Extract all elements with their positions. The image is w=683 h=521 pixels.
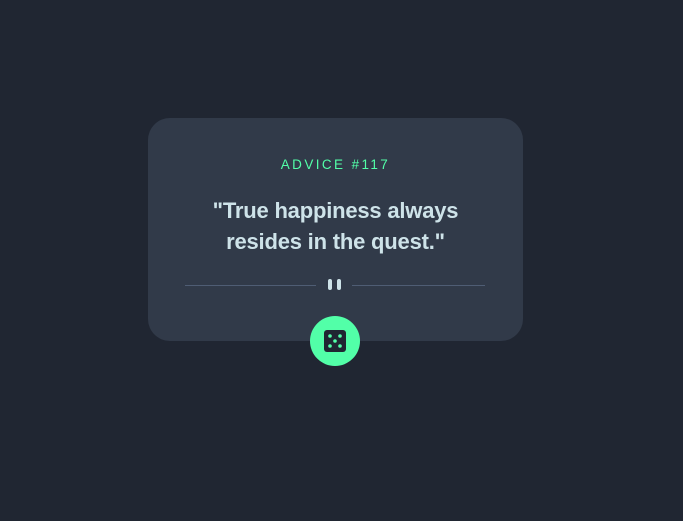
divider: [185, 279, 485, 291]
pause-bar-left: [328, 279, 332, 290]
divider-line-left: [185, 285, 316, 286]
advice-card: ADVICE #117 "True happiness always resid…: [148, 118, 523, 341]
divider-line-right: [352, 285, 485, 286]
pause-bar-right: [337, 279, 341, 290]
pause-icon: [328, 279, 342, 291]
advice-id: ADVICE #117: [280, 157, 391, 172]
dice-icon: [324, 330, 346, 352]
new-advice-button[interactable]: [310, 316, 360, 366]
advice-quote: "True happiness always resides in the qu…: [212, 198, 459, 254]
